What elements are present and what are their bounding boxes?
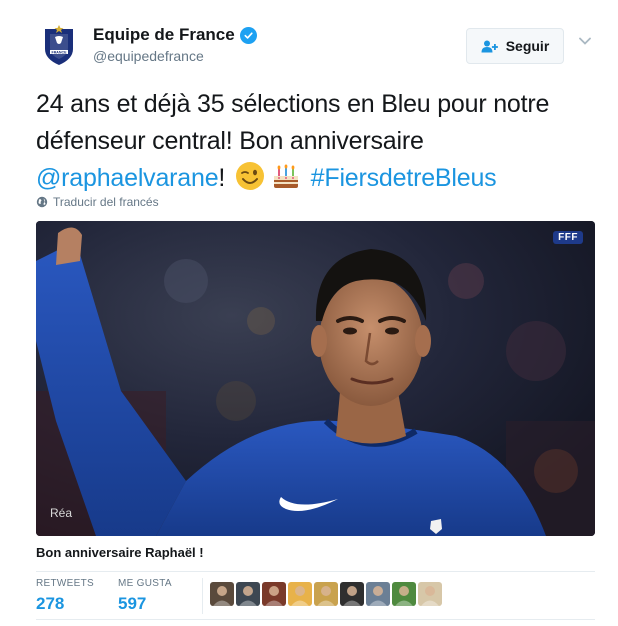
chevron-down-icon[interactable] [578, 34, 592, 48]
avatar-label: FRANCE [52, 50, 68, 54]
tweet-stats: RETWEETS 278 ME GUSTA 597 [36, 578, 595, 618]
stats-bottom-divider [36, 619, 595, 620]
account-name[interactable]: Equipe de France [93, 25, 235, 45]
retweets-stat[interactable]: RETWEETS 278 [36, 578, 94, 614]
likes-label: ME GUSTA [118, 578, 172, 589]
fff-badge: FFF [553, 231, 583, 244]
liker-avatar-3[interactable] [262, 582, 286, 606]
tweet-media[interactable]: FFF Réa [36, 221, 595, 536]
globe-icon [36, 196, 48, 208]
verified-badge-icon [239, 26, 257, 44]
likes-stat[interactable]: ME GUSTA 597 [118, 578, 172, 614]
birthday-cake-emoji [273, 164, 298, 188]
tweet-header: FRANCE Equipe de France @equipedefrance … [36, 22, 592, 70]
liker-avatar-2[interactable] [236, 582, 260, 606]
tweet-punctuation: ! [218, 164, 232, 192]
likes-count[interactable]: 597 [118, 594, 172, 614]
liker-avatar-6[interactable] [340, 582, 364, 606]
retweets-label: RETWEETS [36, 578, 94, 589]
hashtag-link[interactable]: #FiersdetreBleus [311, 164, 497, 192]
liker-avatar-1[interactable] [210, 582, 234, 606]
retweets-count[interactable]: 278 [36, 594, 94, 614]
stats-separator [202, 578, 203, 614]
mention-link[interactable]: @raphaelvarane [36, 164, 219, 192]
tweet-text: 24 ans et déjà 35 sélections en Bleu pou… [36, 86, 596, 197]
liker-avatar-5[interactable] [314, 582, 338, 606]
media-caption: Bon anniversaire Raphaël ! [36, 545, 204, 560]
translate-label: Traducir del francés [53, 195, 159, 209]
media-credit: Réa [50, 506, 73, 520]
account-name-row[interactable]: Equipe de France [93, 25, 257, 45]
liker-avatar-9[interactable] [418, 582, 442, 606]
follow-button[interactable]: Seguir [466, 28, 564, 64]
tweet-body: 24 ans et déjà 35 sélections en Bleu pou… [36, 90, 550, 155]
liker-avatar-4[interactable] [288, 582, 312, 606]
add-user-icon [481, 40, 498, 52]
account-handle[interactable]: @equipedefrance [93, 48, 257, 64]
translate-link[interactable]: Traducir del francés [36, 195, 159, 209]
winking-face-emoji [235, 162, 264, 190]
liker-avatar-8[interactable] [392, 582, 416, 606]
follow-button-label: Seguir [505, 38, 550, 54]
profile-avatar[interactable]: FRANCE [36, 22, 82, 68]
likers-avatars [210, 582, 442, 606]
liker-avatar-7[interactable] [366, 582, 390, 606]
stats-top-divider [36, 571, 595, 572]
account-names: Equipe de France @equipedefrance [93, 25, 257, 64]
player-photo [36, 221, 595, 536]
fff-crest-icon: FRANCE [45, 25, 73, 65]
